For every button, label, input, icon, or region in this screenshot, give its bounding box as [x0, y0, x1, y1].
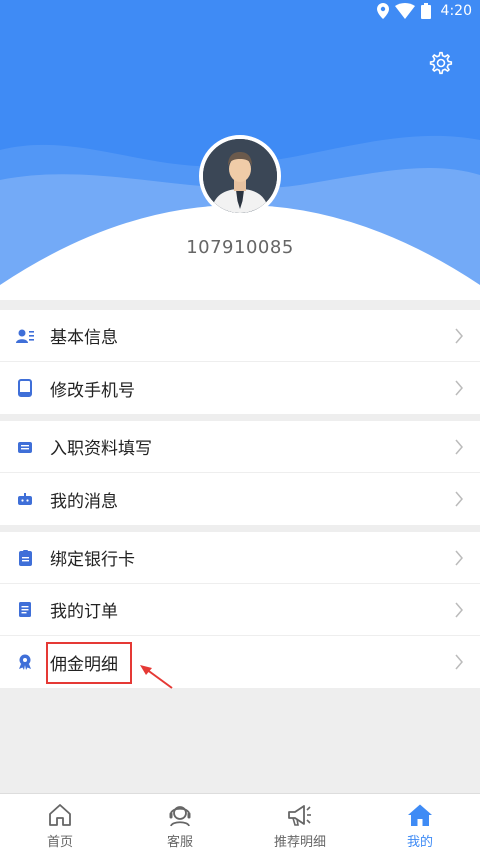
menu-item-my-orders[interactable]: 我的订单 — [0, 584, 480, 636]
tab-label: 推荐明细 — [273, 835, 326, 850]
menu-item-bind-bank-card[interactable]: 绑定银行卡 — [0, 532, 480, 584]
wifi-icon — [394, 3, 415, 19]
menu-label: 入职资料填写 — [50, 439, 152, 459]
tab-home[interactable]: 首页 — [0, 794, 120, 853]
chevron-right-icon — [455, 654, 463, 670]
bottom-tab-bar: 首页 客服 推荐明细 我的 — [0, 793, 480, 853]
bank-card-icon — [16, 549, 34, 567]
headset-icon — [166, 801, 194, 829]
megaphone-icon — [286, 801, 314, 829]
tab-customer-service[interactable]: 客服 — [120, 794, 240, 853]
home-outline-icon — [46, 801, 74, 829]
user-card-icon — [16, 327, 34, 345]
menu-item-change-phone[interactable]: 修改手机号 — [0, 362, 480, 414]
tab-label: 首页 — [46, 835, 73, 850]
phone-icon — [16, 379, 34, 397]
chevron-right-icon — [455, 491, 463, 507]
chevron-right-icon — [455, 439, 463, 455]
form-icon — [16, 438, 34, 456]
avatar[interactable] — [199, 135, 281, 217]
tab-mine[interactable]: 我的 — [360, 794, 480, 853]
tab-label: 客服 — [166, 835, 193, 850]
menu-label: 我的消息 — [50, 491, 118, 512]
gear-icon — [429, 51, 453, 75]
tab-referral-details[interactable]: 推荐明细 — [240, 794, 360, 853]
menu-group-account: 基本信息 修改手机号 — [0, 310, 480, 414]
annotation-arrow-icon — [140, 665, 173, 689]
menu-item-my-messages[interactable]: 我的消息 — [0, 473, 480, 525]
menu-label: 修改手机号 — [50, 380, 135, 401]
chevron-right-icon — [455, 602, 463, 618]
tab-label: 我的 — [406, 835, 433, 850]
username: 107910085 — [186, 237, 294, 258]
chevron-right-icon — [455, 380, 463, 396]
settings-button[interactable] — [428, 50, 454, 76]
home-filled-icon — [406, 801, 434, 829]
message-icon — [16, 490, 34, 508]
menu-group-info: 入职资料填写 我的消息 — [0, 421, 480, 525]
location-icon — [376, 3, 389, 19]
order-icon — [16, 601, 34, 619]
menu-label: 绑定银行卡 — [50, 550, 135, 570]
chevron-right-icon — [455, 550, 463, 566]
menu-label: 我的订单 — [50, 602, 118, 622]
highlight-box — [46, 642, 132, 684]
chevron-right-icon — [455, 328, 463, 344]
status-bar: 4:20 — [0, 0, 480, 24]
menu-label: 基本信息 — [50, 328, 118, 348]
battery-icon — [420, 3, 431, 19]
commission-icon — [16, 653, 34, 671]
avatar-image — [203, 139, 277, 213]
menu-item-onboarding-form[interactable]: 入职资料填写 — [0, 421, 480, 473]
status-time: 4:20 — [440, 3, 472, 19]
menu-item-basic-info[interactable]: 基本信息 — [0, 310, 480, 362]
